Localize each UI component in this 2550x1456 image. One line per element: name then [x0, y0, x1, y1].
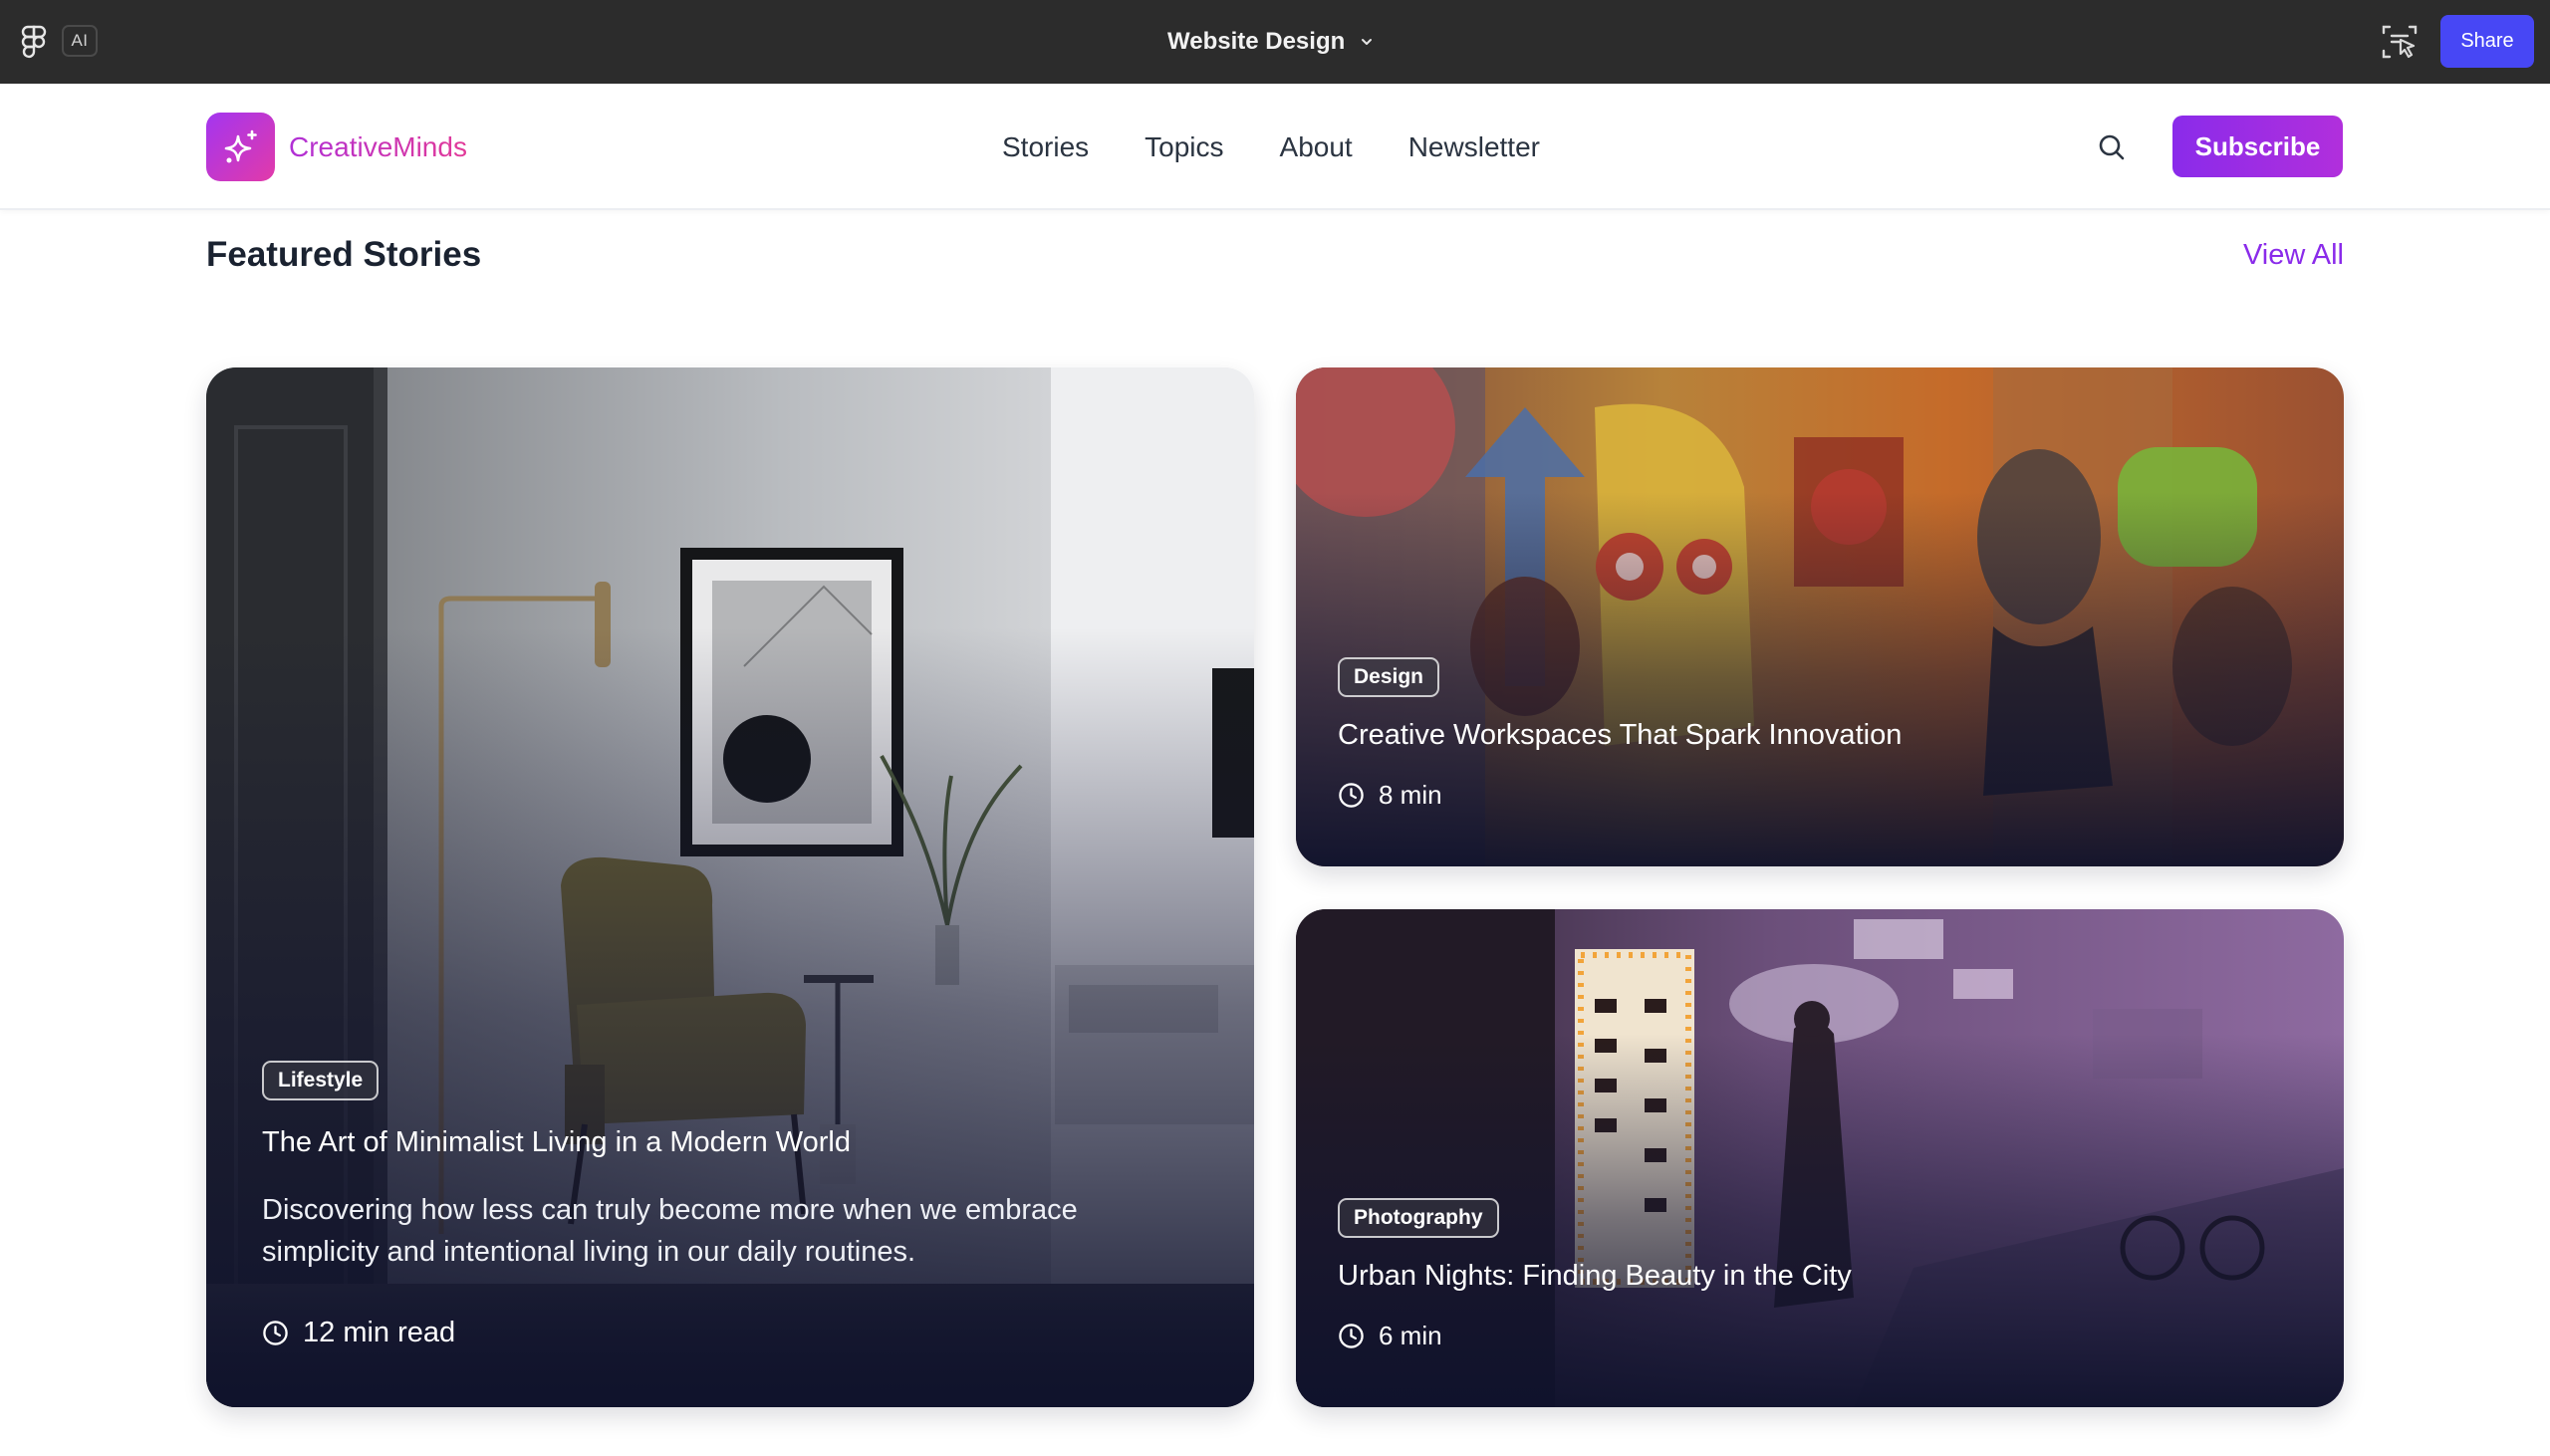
clock-icon	[263, 1321, 288, 1345]
figma-menu-icon[interactable]	[20, 24, 48, 60]
main-nav: Stories Topics About Newsletter	[1002, 84, 1540, 210]
read-time: 8 min	[1338, 780, 2302, 811]
category-badge[interactable]: Design	[1338, 657, 1440, 697]
read-time: 6 min	[1338, 1321, 2302, 1351]
section-title: Featured Stories	[206, 235, 482, 274]
story-title[interactable]: Creative Workspaces That Spark Innovatio…	[1338, 719, 2302, 752]
nav-stories[interactable]: Stories	[1002, 131, 1089, 163]
view-all-link[interactable]: View All	[2243, 239, 2344, 272]
nav-topics[interactable]: Topics	[1145, 131, 1223, 163]
share-button[interactable]: Share	[2440, 15, 2534, 68]
story-card-photography[interactable]: Photography Urban Nights: Finding Beauty…	[1296, 909, 2344, 1407]
story-card-lifestyle[interactable]: Lifestyle The Art of Minimalist Living i…	[206, 367, 1254, 1407]
clock-icon	[1339, 783, 1364, 808]
sparkles-icon	[224, 129, 257, 162]
card-content: Lifestyle The Art of Minimalist Living i…	[206, 1061, 1254, 1407]
story-title[interactable]: The Art of Minimalist Living in a Modern…	[262, 1126, 1198, 1159]
card-content: Design Creative Workspaces That Spark In…	[1296, 657, 2344, 866]
file-title-dropdown[interactable]: Website Design	[1167, 0, 1375, 84]
read-time: 12 min read	[262, 1317, 1198, 1349]
subscribe-button[interactable]: Subscribe	[2172, 116, 2343, 177]
read-time-label: 6 min	[1379, 1321, 1442, 1350]
figma-toolbar: AI Website Design Share	[0, 0, 2550, 84]
story-title[interactable]: Urban Nights: Finding Beauty in the City	[1338, 1260, 2302, 1293]
clock-icon	[1339, 1324, 1364, 1348]
ai-button[interactable]: AI	[62, 25, 98, 57]
story-card-design[interactable]: Design Creative Workspaces That Spark In…	[1296, 367, 2344, 866]
read-time-label: 8 min	[1379, 780, 1442, 810]
present-icon[interactable]	[2381, 24, 2419, 60]
nav-newsletter[interactable]: Newsletter	[1408, 131, 1540, 163]
read-time-label: 12 min read	[303, 1317, 456, 1348]
story-excerpt: Discovering how less can truly become mo…	[262, 1194, 1078, 1268]
nav-about[interactable]: About	[1280, 131, 1353, 163]
site-header: CreativeMinds Stories Topics About Newsl…	[0, 84, 2550, 210]
chevron-down-icon	[1362, 39, 1373, 45]
brand-logo	[206, 113, 275, 181]
card-content: Photography Urban Nights: Finding Beauty…	[1296, 1198, 2344, 1407]
brand-name: CreativeMinds	[289, 130, 467, 162]
brand-link[interactable]: CreativeMinds	[206, 113, 467, 181]
file-title: Website Design	[1167, 28, 1346, 55]
search-icon[interactable]	[2096, 131, 2128, 163]
category-badge[interactable]: Photography	[1338, 1198, 1499, 1238]
category-badge[interactable]: Lifestyle	[262, 1061, 380, 1100]
